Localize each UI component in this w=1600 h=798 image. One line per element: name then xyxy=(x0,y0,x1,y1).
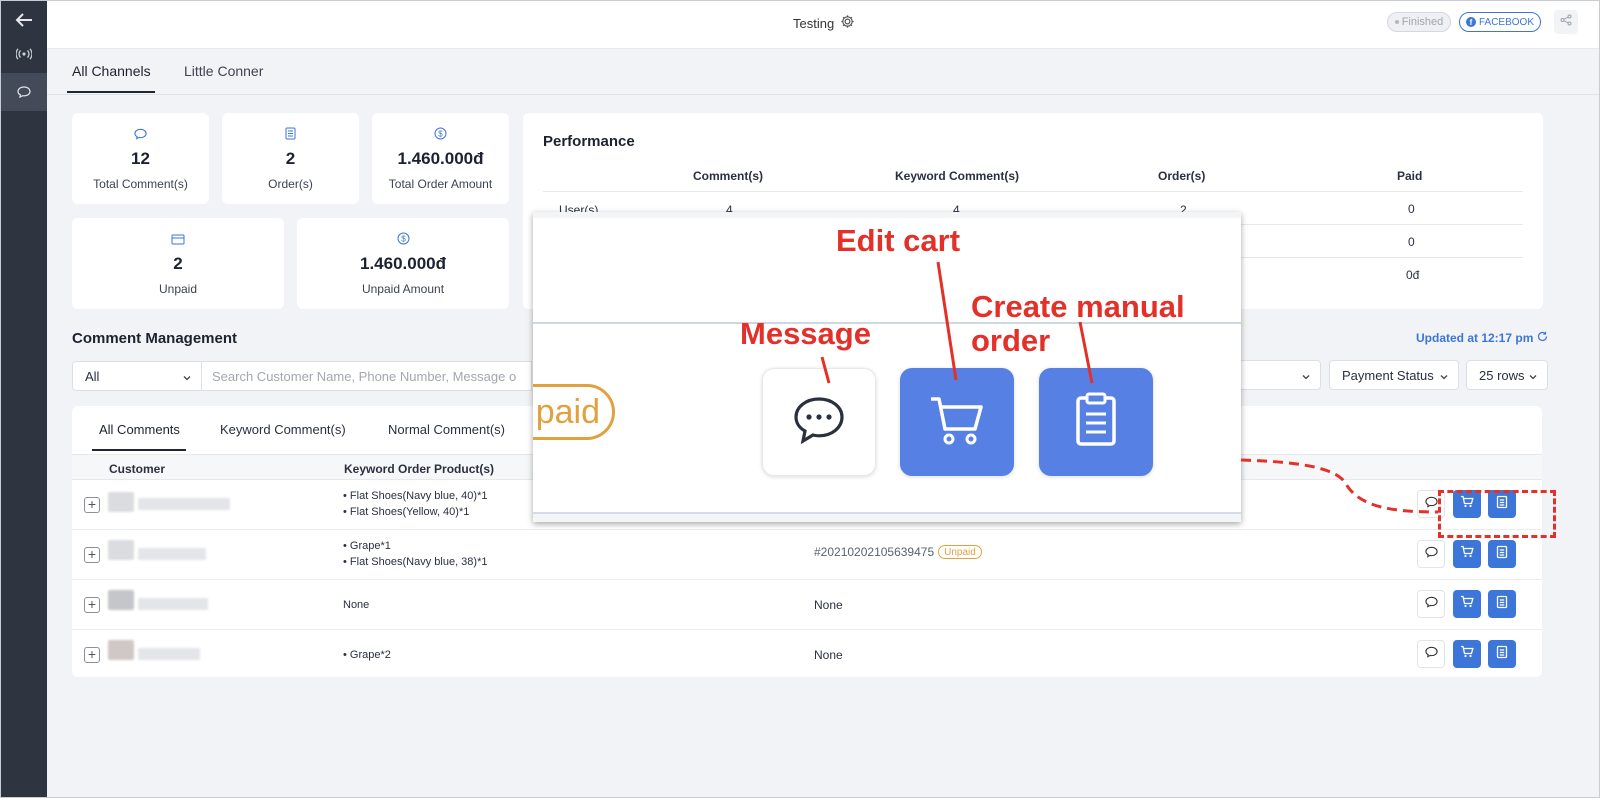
annotation-message: Message xyxy=(740,316,871,351)
create-order-pointer-line xyxy=(1078,321,1094,384)
annotation-edit-cart: Edit cart xyxy=(836,223,961,258)
highlight-dashed-box xyxy=(1438,490,1556,538)
annotation-arrows xyxy=(820,261,1439,514)
message-pointer-line xyxy=(820,356,831,384)
annotation-create-line2: order xyxy=(971,323,1051,358)
dashed-connector-line xyxy=(1240,458,1439,514)
annotation-create-line1: Create manual xyxy=(971,289,1185,324)
edit-cart-pointer-line xyxy=(936,261,958,381)
